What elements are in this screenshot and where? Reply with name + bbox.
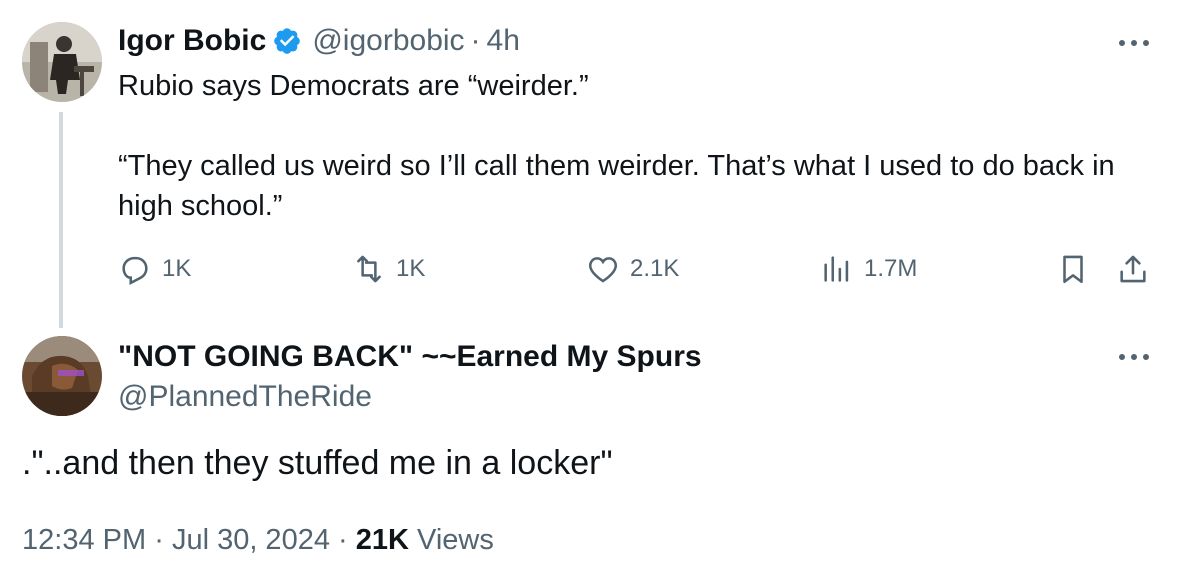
separator-dot: · xyxy=(154,524,164,556)
bookmark-button[interactable] xyxy=(1056,252,1090,291)
author-handle[interactable]: @igorbobic xyxy=(312,24,464,58)
reply-more-options-button[interactable] xyxy=(1114,342,1154,372)
post-time[interactable]: 12:34 PM xyxy=(22,524,146,556)
reply-text: ."..and then they stuffed me in a locker… xyxy=(22,444,613,482)
author-name[interactable]: Igor Bobic xyxy=(118,24,266,58)
repost-count: 1K xyxy=(396,255,426,282)
reply-button[interactable]: 1K xyxy=(118,252,191,286)
reply-author-name[interactable]: "NOT GOING BACK" ~~Earned My Spurs xyxy=(118,340,702,374)
separator-dot: · xyxy=(338,524,348,556)
reply-avatar[interactable] xyxy=(22,336,102,416)
verified-badge-icon xyxy=(274,28,301,54)
analytics-icon xyxy=(824,256,849,282)
post-date[interactable]: Jul 30, 2024 xyxy=(172,524,330,556)
tweet-meta: 12:34 PM · Jul 30, 2024 · 21K Views xyxy=(22,524,494,557)
views-count: 1.7M xyxy=(864,255,918,282)
reply-count: 1K xyxy=(162,255,192,282)
tweet-text: Rubio says Democrats are “weirder.” “The… xyxy=(118,70,1115,222)
reply-author-handle[interactable]: @PlannedTheRide xyxy=(118,380,372,414)
reply-avatar-photo xyxy=(22,336,102,416)
timestamp[interactable]: 4h xyxy=(487,24,520,58)
share-button[interactable] xyxy=(1116,252,1150,291)
views-button[interactable]: 1.7M xyxy=(820,252,917,286)
more-options-button[interactable] xyxy=(1114,28,1154,58)
separator-dot: · xyxy=(470,24,481,57)
views-label: Views xyxy=(417,524,494,556)
more-icon xyxy=(1119,40,1149,46)
like-count: 2.1K xyxy=(630,255,680,282)
views-total: 21K xyxy=(355,524,409,556)
avatar-photo xyxy=(22,22,102,102)
reply-handle-row: @PlannedTheRide xyxy=(118,380,372,414)
reply-icon xyxy=(122,256,148,285)
thread-line xyxy=(59,112,63,328)
repost-icon xyxy=(357,255,381,283)
tweet-header: Igor Bobic @igorbobic · 4h xyxy=(118,24,520,58)
like-button[interactable]: 2.1K xyxy=(586,252,679,286)
reply-header: "NOT GOING BACK" ~~Earned My Spurs xyxy=(118,340,702,374)
repost-button[interactable]: 1K xyxy=(352,252,425,286)
share-icon xyxy=(1120,255,1146,283)
more-icon xyxy=(1119,354,1149,360)
heart-icon xyxy=(588,257,618,283)
avatar[interactable] xyxy=(22,22,102,102)
bookmark-icon xyxy=(1063,255,1083,284)
